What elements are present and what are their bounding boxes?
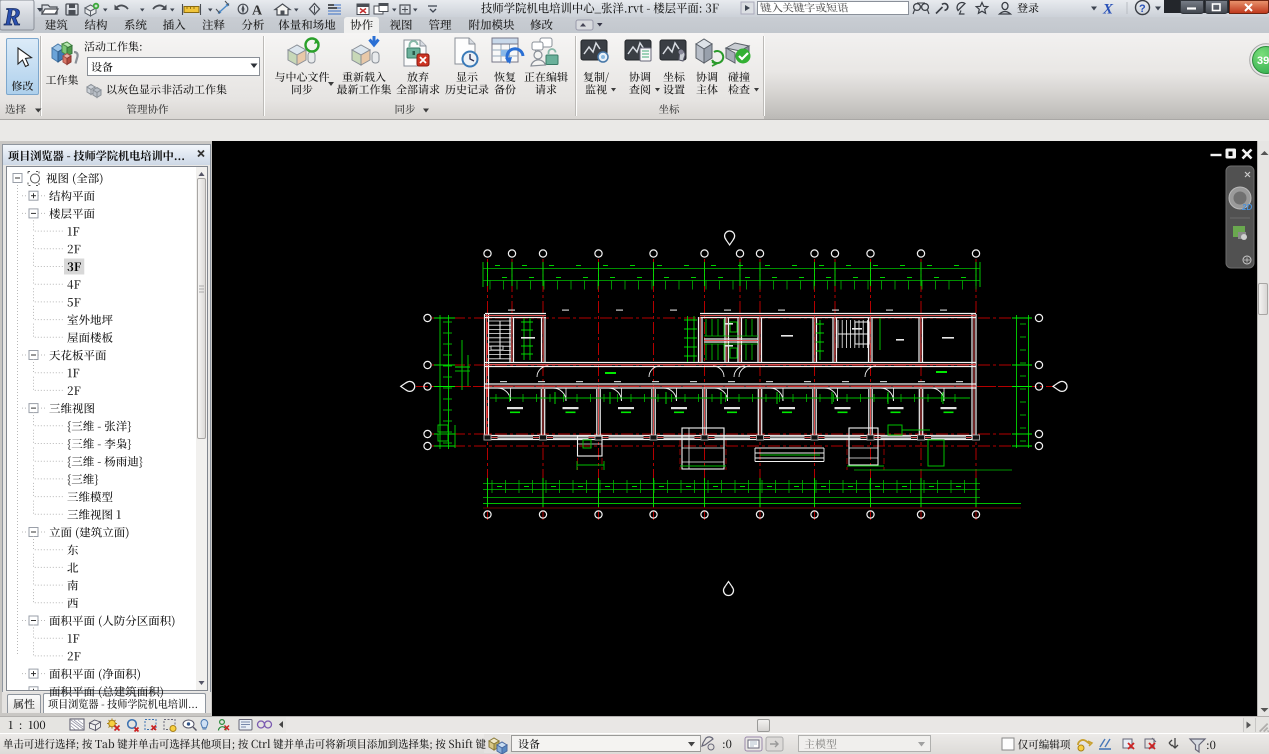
svg-text:2D: 2D xyxy=(1241,203,1252,212)
